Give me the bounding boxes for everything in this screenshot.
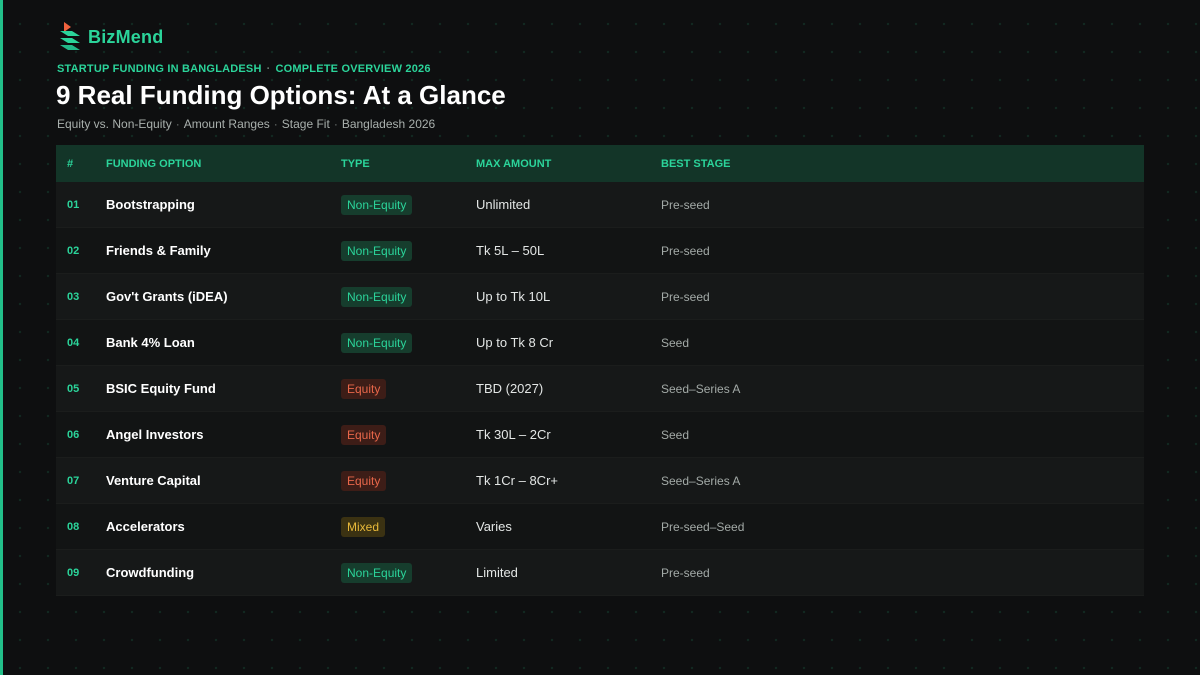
table-row: 03 Gov't Grants (iDEA) Non-Equity Up to Tk …: [56, 274, 1144, 320]
left-accent-bar: [0, 0, 3, 675]
funding-option-name: Bank 4% Loan: [106, 335, 195, 350]
type-cell: Non-Equity: [341, 286, 476, 307]
subtitle-item: Equity vs. Non-Equity: [57, 117, 172, 131]
eyebrow-separator: ·: [266, 63, 271, 75]
best-stage: Pre-seed: [661, 243, 710, 258]
row-number: 06: [67, 428, 80, 441]
type-cell: Non-Equity: [341, 562, 476, 583]
subtitle-separator: ·: [333, 117, 338, 131]
type-badge: Non-Equity: [341, 286, 413, 307]
funding-option-name: Friends & Family: [106, 243, 211, 258]
funding-option-name: Venture Capital: [106, 473, 201, 488]
column-header-number: #: [67, 157, 74, 170]
row-number: 07: [67, 474, 80, 487]
table-header: # FUNDING OPTION TYPE MAX AMOUNT BEST ST…: [56, 145, 1144, 182]
type-badge: Non-Equity: [341, 332, 413, 353]
eyebrow: STARTUP FUNDING IN BANGLADESH · COMPLETE O…: [57, 63, 431, 75]
type-cell: Equity: [341, 378, 476, 399]
bizmend-logo-icon: [60, 22, 80, 50]
max-amount: Limited: [476, 565, 518, 580]
best-stage: Pre-seed: [661, 289, 710, 304]
best-stage: Seed: [661, 427, 690, 442]
row-number: 08: [67, 520, 80, 533]
best-stage: Seed: [661, 335, 690, 350]
type-badge: Equity: [341, 378, 387, 399]
table-row: 04 Bank 4% Loan Non-Equity Up to Tk 8 Cr See…: [56, 320, 1144, 366]
eyebrow-topic: STARTUP FUNDING IN BANGLADESH: [57, 63, 262, 75]
eyebrow-edition: COMPLETE OVERVIEW 2026: [275, 63, 431, 75]
type-badge: Non-Equity: [341, 240, 413, 261]
type-badge: Mixed: [341, 516, 386, 537]
best-stage: Pre-seed–Seed: [661, 519, 745, 534]
subtitle-item: Bangladesh 2026: [341, 117, 436, 131]
brand-logo: BizMend: [58, 22, 163, 52]
row-number: 03: [67, 290, 80, 303]
best-stage: Pre-seed: [661, 565, 710, 580]
table-body: 01 Bootstrapping Non-Equity Unlimited Pre-se…: [56, 182, 1144, 596]
table-row: 01 Bootstrapping Non-Equity Unlimited Pre-se…: [56, 182, 1144, 228]
subtitle-item: Stage Fit: [281, 117, 330, 131]
type-badge: Equity: [341, 470, 387, 491]
row-number: 01: [67, 198, 80, 211]
type-cell: Non-Equity: [341, 240, 476, 261]
row-number: 04: [67, 336, 80, 349]
column-header-type: TYPE: [341, 157, 370, 170]
best-stage: Seed–Series A: [661, 381, 741, 396]
funding-option-name: Bootstrapping: [106, 197, 195, 212]
funding-option-name: Crowdfunding: [106, 565, 195, 580]
table-row: 06 Angel Investors Equity Tk 30L – 2Cr Seed: [56, 412, 1144, 458]
type-badge: Equity: [341, 424, 387, 445]
subtitle-separator: ·: [273, 117, 278, 131]
type-cell: Equity: [341, 424, 476, 445]
type-cell: Equity: [341, 470, 476, 491]
table-row: 09 Crowdfunding Non-Equity Limited Pre-seed: [56, 550, 1144, 596]
best-stage: Pre-seed: [661, 197, 710, 212]
funding-option-name: Angel Investors: [106, 427, 204, 442]
row-number: 05: [67, 382, 80, 395]
column-header-best-stage: BEST STAGE: [661, 157, 731, 170]
table-row: 07 Venture Capital Equity Tk 1Cr – 8Cr+ Seed…: [56, 458, 1144, 504]
brand-name: BizMend: [88, 26, 164, 47]
type-cell: Non-Equity: [341, 332, 476, 353]
table-row: 05 BSIC Equity Fund Equity TBD (2027) Seed–S…: [56, 366, 1144, 412]
type-badge: Non-Equity: [341, 194, 413, 215]
column-header-max-amount: MAX AMOUNT: [476, 157, 552, 170]
subtitle-item: Amount Ranges: [183, 117, 270, 131]
funding-option-name: Gov't Grants (iDEA): [106, 289, 228, 304]
column-header-option: FUNDING OPTION: [106, 157, 202, 170]
max-amount: Unlimited: [476, 197, 531, 212]
max-amount: Tk 5L – 50L: [476, 243, 545, 258]
type-cell: Mixed: [341, 516, 476, 537]
funding-option-name: BSIC Equity Fund: [106, 381, 216, 396]
type-badge: Non-Equity: [341, 562, 413, 583]
best-stage: Seed–Series A: [661, 473, 741, 488]
max-amount: Tk 1Cr – 8Cr+: [476, 473, 558, 488]
funding-options-table: # FUNDING OPTION TYPE MAX AMOUNT BEST ST…: [56, 145, 1144, 596]
subtitle: Equity vs. Non-Equity · Amount Ranges · Stag…: [57, 117, 435, 131]
max-amount: TBD (2027): [476, 381, 544, 396]
type-cell: Non-Equity: [341, 194, 476, 215]
row-number: 09: [67, 566, 80, 579]
max-amount: Up to Tk 8 Cr: [476, 335, 554, 350]
max-amount: Tk 30L – 2Cr: [476, 427, 551, 442]
max-amount: Up to Tk 10L: [476, 289, 551, 304]
funding-option-name: Accelerators: [106, 519, 185, 534]
page-title: 9 Real Funding Options: At a Glance: [56, 80, 506, 110]
table-row: 08 Accelerators Mixed Varies Pre-seed–Seed: [56, 504, 1144, 550]
row-number: 02: [67, 244, 80, 257]
table-row: 02 Friends & Family Non-Equity Tk 5L – 50L P…: [56, 228, 1144, 274]
subtitle-separator: ·: [175, 117, 180, 131]
max-amount: Varies: [476, 519, 512, 534]
